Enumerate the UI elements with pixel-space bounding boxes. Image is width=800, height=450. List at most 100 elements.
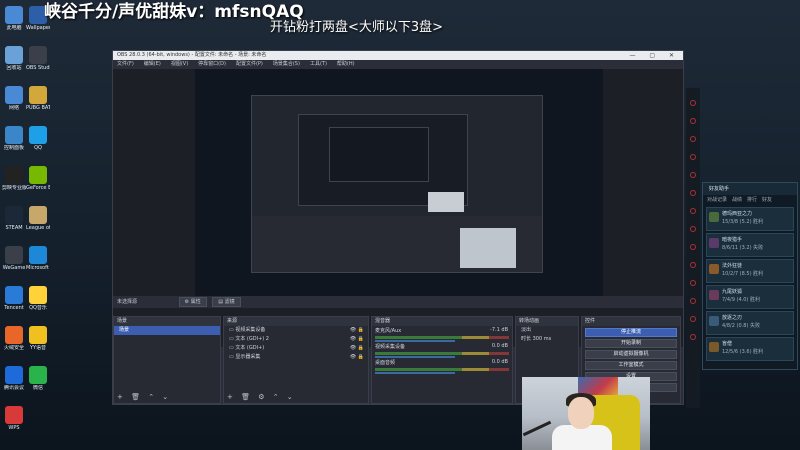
volume-fader[interactable] (375, 372, 456, 374)
desktop-icon-label: 腾讯会议 (3, 385, 24, 391)
source-item[interactable]: ▭ 视频采集设备 👁 🔒 (224, 326, 368, 335)
visibility-lock-icon[interactable]: 👁 🔒 (350, 353, 364, 362)
volume-meter (375, 336, 509, 339)
desktop-icon[interactable]: YY语音 (26, 324, 50, 362)
match-row[interactable]: 盲僧 12/5/6 (3.6) 胜利 (706, 337, 794, 361)
webcam-overlay (522, 377, 650, 450)
source-label: 视频采集设备 (235, 327, 266, 333)
menu-item[interactable]: 编辑(E) (144, 61, 161, 67)
app-icon (29, 126, 47, 144)
menu-item[interactable]: 视图(V) (171, 61, 188, 67)
streamer-face (568, 397, 594, 429)
filters-button[interactable]: ▤ 滤镜 (212, 297, 241, 307)
sources-toolbar[interactable]: + 🗑 ⚙ ⌃ ⌄ (227, 393, 296, 401)
app-icon (29, 246, 47, 264)
desktop-icon[interactable]: PUBG BATTLEGR... (26, 84, 50, 122)
visibility-lock-icon[interactable]: 👁 🔒 (350, 344, 364, 353)
properties-button[interactable]: ⚙ 属性 (178, 297, 207, 307)
desktop-icon[interactable]: STEAM (2, 204, 26, 242)
obs-menubar: 文件(F) 编辑(E) 视图(V) 停靠窗口(D) 配置文件(P) 场景集合(S) 工具(T… (113, 60, 683, 69)
game-panel-tab[interactable]: 好友 (762, 197, 772, 203)
game-panel-tab[interactable]: 排行 (747, 197, 757, 203)
source-item[interactable]: ▭ 文本 (GDI+) 👁 🔒 (224, 344, 368, 353)
desktop-icon-label: GeForce Experience (26, 185, 50, 191)
scenes-toolbar[interactable]: + 🗑 ⌃ ⌄ (117, 393, 171, 401)
desktop-icon[interactable]: QQ音乐 (26, 284, 50, 322)
side-record-icon[interactable] (690, 334, 696, 340)
match-stat: 8/6/11 (3.2) 失败 (722, 245, 764, 251)
side-record-icon[interactable] (690, 208, 696, 214)
transition-type-select[interactable]: 淡出 (516, 326, 578, 335)
volume-meter (375, 352, 509, 355)
desktop-icon[interactable]: OBS Studio (26, 44, 50, 82)
nested-webcam-2 (460, 228, 516, 268)
game-panel-tab[interactable]: 战绩 (732, 197, 742, 203)
mixer-channel[interactable]: 桌面音频 0.0 dB (372, 358, 512, 374)
desktop-icon[interactable]: 此电脑 (2, 4, 26, 42)
champion-name: 暗夜猎手 (722, 237, 743, 243)
side-record-icon[interactable] (690, 280, 696, 286)
visibility-lock-icon[interactable]: 👁 🔒 (350, 335, 364, 344)
scenes-header: 场景 (114, 317, 220, 326)
source-item[interactable]: ▭ 显示器采集 👁 🔒 (224, 353, 368, 362)
match-row[interactable]: 法外狂徒 10/2/7 (8.5) 胜利 (706, 259, 794, 283)
match-row[interactable]: 暗夜猎手 8/6/11 (3.2) 失败 (706, 233, 794, 257)
window-controls[interactable]: — ▢ ✕ (629, 51, 680, 60)
no-source-label: 未选择源 (117, 299, 138, 305)
nested-webcam (428, 192, 464, 212)
game-panel-tab[interactable]: 对战记录 (707, 197, 727, 203)
desktop-icon[interactable]: 网络 (2, 84, 26, 122)
menu-item[interactable]: 工具(T) (310, 61, 327, 67)
side-record-icon[interactable] (690, 190, 696, 196)
desktop-icon[interactable]: 剪映专业版 (2, 164, 26, 202)
desktop-icon[interactable]: Microsoft Edge (26, 244, 50, 282)
control-button[interactable]: 停止推流 (585, 328, 677, 337)
control-button[interactable]: 开始录制 (585, 339, 677, 348)
match-row[interactable]: 放逐之刃 4/8/2 (0.8) 失败 (706, 311, 794, 335)
match-row[interactable]: 九尾妖狐 7/4/9 (4.0) 胜利 (706, 285, 794, 309)
desktop-icon[interactable]: 腾讯会议 (2, 364, 26, 402)
obs-titlebar[interactable]: OBS 28.0.3 (64-bit, windows) - 配置文件: 未命名… (113, 51, 683, 60)
side-record-icon[interactable] (690, 226, 696, 232)
mixer-channel[interactable]: 麦克风/Aux -7.1 dB (372, 326, 512, 342)
desktop-icon[interactable]: QQ (26, 124, 50, 162)
desktop-icon[interactable]: WPS (2, 404, 26, 442)
desktop-icon[interactable]: League of Legends (26, 204, 50, 242)
menu-item[interactable]: 场景集合(S) (273, 61, 300, 67)
menu-item[interactable]: 文件(F) (117, 61, 134, 67)
side-record-icon[interactable] (690, 298, 696, 304)
side-record-icon[interactable] (690, 262, 696, 268)
desktop-icon[interactable]: 微信 (26, 364, 50, 402)
menu-item[interactable]: 停靠窗口(D) (198, 61, 226, 67)
desktop-icon-label: 回收站 (6, 65, 22, 71)
preview-canvas[interactable] (195, 69, 603, 298)
menu-item[interactable]: 帮助(H) (337, 61, 355, 67)
mixer-channel[interactable]: 视频采集设备 0.0 dB (372, 342, 512, 358)
mixer-dock: 混音器 麦克风/Aux -7.1 dB 视频采集设备 0.0 dB 桌面音频 0.0 dB (371, 316, 513, 404)
desktop-icon[interactable]: Tencent (2, 284, 26, 322)
side-record-icon[interactable] (690, 172, 696, 178)
channel-db: -7.1 dB (490, 327, 508, 333)
app-icon (5, 126, 23, 144)
match-stat: 15/3/8 (5.2) 胜利 (722, 219, 764, 225)
visibility-lock-icon[interactable]: 👁 🔒 (350, 326, 364, 335)
side-record-icon[interactable] (690, 136, 696, 142)
transition-duration[interactable]: 时长 300 ms (516, 335, 578, 344)
desktop-icon[interactable]: GeForce Experience (26, 164, 50, 202)
control-button[interactable]: 工作室模式 (585, 361, 677, 370)
scene-item[interactable]: 场景 (114, 326, 220, 335)
side-record-icon[interactable] (690, 316, 696, 322)
desktop-icon[interactable]: WeGame (2, 244, 26, 282)
side-record-icon[interactable] (690, 100, 696, 106)
desktop-icon[interactable]: 火绒安全 (2, 324, 26, 362)
side-record-icon[interactable] (690, 244, 696, 250)
match-row[interactable]: 德玛西亚之力 15/3/8 (5.2) 胜利 (706, 207, 794, 231)
desktop-icon[interactable]: 控制面板 (2, 124, 26, 162)
side-record-icon[interactable] (690, 154, 696, 160)
app-icon (29, 366, 47, 384)
source-item[interactable]: ▭ 文本 (GDI+) 2 👁 🔒 (224, 335, 368, 344)
desktop-icon[interactable]: 回收站 (2, 44, 26, 82)
control-button[interactable]: 启动虚拟摄像机 (585, 350, 677, 359)
menu-item[interactable]: 配置文件(P) (236, 61, 263, 67)
side-record-icon[interactable] (690, 118, 696, 124)
